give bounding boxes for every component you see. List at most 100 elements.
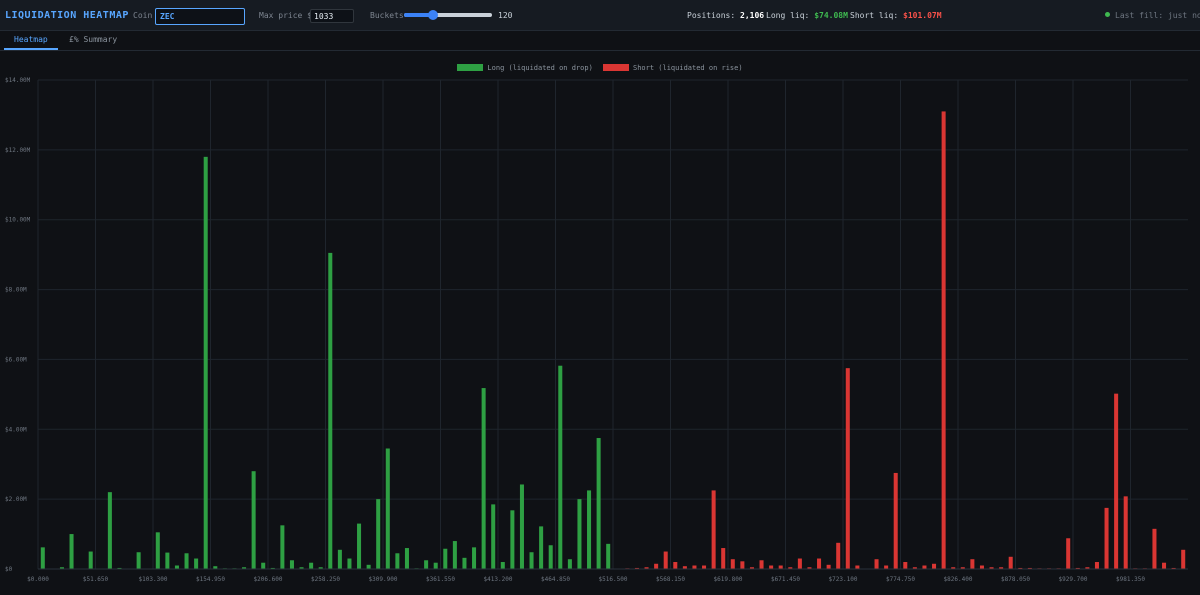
long-bar (337, 549, 342, 569)
short-bar (759, 560, 764, 569)
long-bar (88, 551, 93, 569)
short-bar (702, 565, 707, 569)
x-tick-label: $258.250 (311, 576, 340, 583)
long-bar (606, 543, 611, 569)
legend-item-long[interactable]: Long (liquidated on drop) (457, 64, 593, 72)
short-bar (903, 562, 908, 569)
x-tick-label: $568.150 (656, 576, 685, 583)
long-bar (194, 558, 199, 569)
short-bar (1181, 549, 1186, 569)
short-bar (817, 558, 822, 569)
long-bar (443, 548, 448, 569)
short-bar (1162, 562, 1167, 569)
long-bar (567, 559, 572, 569)
short-bar (769, 565, 774, 569)
long-bar (69, 534, 74, 569)
short-bar (1104, 507, 1109, 569)
short-bar (778, 565, 783, 569)
legend-swatch-short (603, 64, 629, 71)
long-bar (376, 499, 381, 569)
short-bar (1008, 556, 1013, 569)
short-bar (1066, 538, 1071, 569)
short-bar (874, 559, 879, 569)
short-bar (979, 565, 984, 569)
long-bar (136, 552, 141, 569)
short-bar (836, 542, 841, 569)
short-bar (692, 565, 697, 569)
long-bar (577, 499, 582, 569)
short-bar (711, 490, 716, 569)
x-tick-label: $723.100 (829, 576, 858, 583)
short-bar (797, 558, 802, 569)
short-bar (740, 561, 745, 569)
x-tick-label: $619.800 (714, 576, 743, 583)
long-bar (548, 545, 553, 569)
long-bar (452, 541, 457, 569)
y-tick-label: $2.00M (5, 496, 27, 503)
x-tick-label: $981.350 (1116, 576, 1145, 583)
long-bar (174, 565, 179, 569)
short-bar (970, 559, 975, 569)
short-bar (721, 548, 726, 569)
legend-swatch-long (457, 64, 484, 71)
long-bar (347, 558, 352, 569)
short-bar (922, 565, 927, 569)
liquidation-bar-chart: $0 $2.00M $4.00M $6.00M $8.00M $10.00M $12.00M… (5, 77, 1188, 583)
long-bar (40, 547, 45, 569)
short-bar (826, 564, 831, 569)
long-bar (404, 548, 409, 569)
x-tick-label: $309.900 (369, 576, 398, 583)
long-bar (165, 552, 170, 569)
long-bar (424, 560, 429, 569)
short-bar (1114, 393, 1119, 569)
y-tick-label: $4.00M (5, 426, 27, 433)
long-bar (491, 504, 496, 569)
short-bar (654, 563, 659, 569)
long-bar (366, 564, 371, 569)
x-tick-label: $0.000 (27, 576, 49, 583)
short-bar (932, 563, 937, 569)
long-bar (289, 560, 294, 569)
short-bar (845, 368, 850, 569)
short-bar (855, 565, 860, 569)
x-tick-label: $774.750 (886, 576, 915, 583)
long-bar (203, 156, 208, 570)
long-bar (261, 562, 266, 569)
long-bar (500, 562, 505, 569)
long-bar (385, 448, 390, 569)
x-tick-label: $929.700 (1059, 576, 1088, 583)
y-tick-label: $6.00M (5, 356, 27, 363)
x-tick-label: $361.550 (426, 576, 455, 583)
y-tick-label: $8.00M (5, 287, 27, 294)
legend-label-short: Short (liquidated on rise) (633, 64, 743, 72)
chart-legend: Long (liquidated on drop) Short (liquida… (0, 64, 1200, 76)
y-tick-label: $10.00M (5, 217, 31, 224)
long-bar (481, 388, 486, 569)
long-bar (529, 552, 534, 569)
long-bar (280, 525, 285, 569)
x-tick-label: $103.300 (139, 576, 168, 583)
x-tick-label: $671.450 (771, 576, 800, 583)
short-bar (1094, 562, 1099, 569)
long-bar (107, 492, 112, 569)
y-tick-label: $14.00M (5, 77, 31, 84)
long-bar (251, 471, 256, 569)
x-tick-label: $464.850 (541, 576, 570, 583)
long-bar (184, 553, 189, 569)
long-bar (395, 553, 400, 569)
y-tick-label: $0 (5, 566, 13, 573)
long-bar (357, 523, 362, 569)
legend-item-short[interactable]: Short (liquidated on rise) (603, 64, 743, 72)
x-tick-label: $878.050 (1001, 576, 1030, 583)
x-tick-label: $826.400 (944, 576, 973, 583)
short-bar (1123, 496, 1128, 569)
short-bar (663, 551, 668, 569)
x-tick-label: $413.200 (484, 576, 513, 583)
long-bar (155, 532, 160, 569)
short-bar (884, 565, 889, 569)
long-bar (596, 438, 601, 569)
short-bar (893, 472, 898, 569)
long-bar (309, 562, 314, 569)
x-tick-label: $51.650 (83, 576, 109, 583)
y-tick-label: $12.00M (5, 147, 31, 154)
